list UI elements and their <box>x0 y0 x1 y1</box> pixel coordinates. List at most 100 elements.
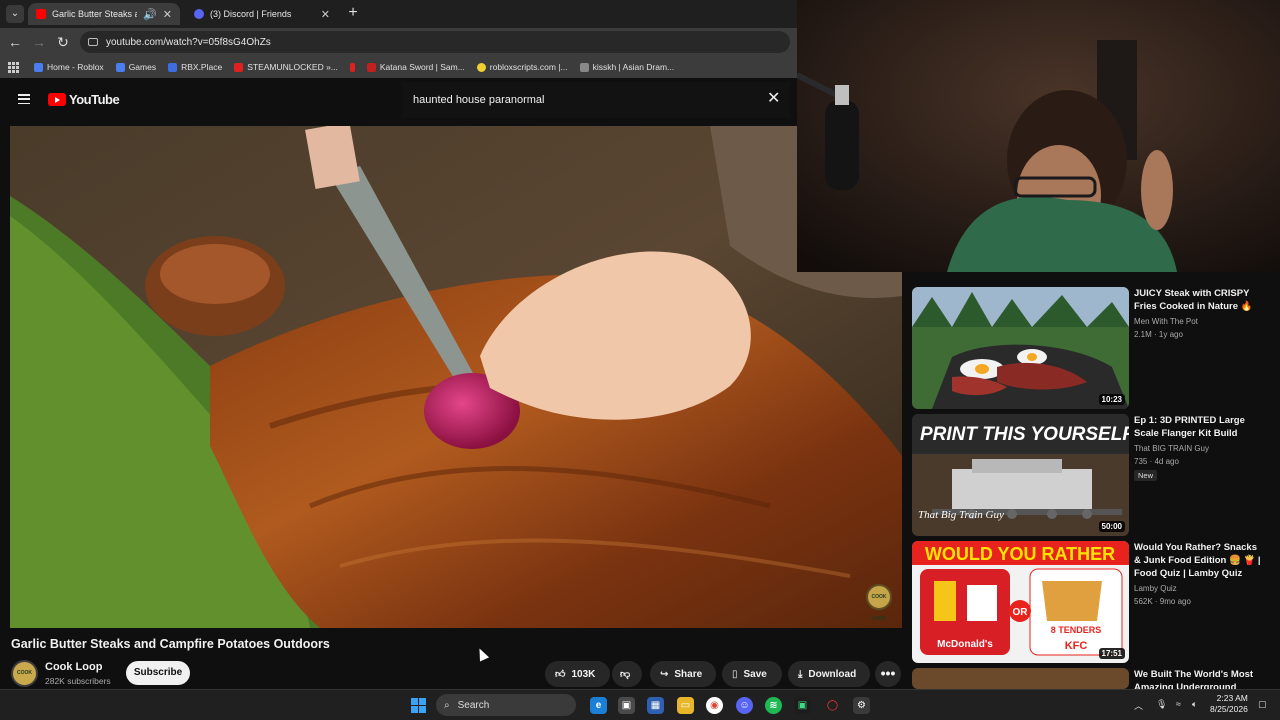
youtube-header: YouTube haunted house paranormal ✕ <box>0 78 797 122</box>
share-button[interactable]: ↪ Share <box>650 661 716 687</box>
discord-icon[interactable]: ☺ <box>736 697 753 714</box>
download-icon: ⤓ <box>798 668 803 680</box>
clock-date: 8/25/2026 <box>1210 704 1248 714</box>
download-button[interactable]: ⤓ Download <box>788 661 870 687</box>
apps-grid-icon[interactable] <box>8 62 19 73</box>
more-actions-button[interactable]: ••• <box>875 661 901 687</box>
lock-icon[interactable]: ▣ <box>618 697 635 714</box>
bookmark-robloxscripts[interactable]: robloxscripts.com |... <box>471 62 574 72</box>
recommendation-channel[interactable]: Men With The Pot <box>1134 317 1264 326</box>
recommendation-title[interactable]: JUICY Steak with CRISPY Fries Cooked in … <box>1134 287 1264 313</box>
channel-avatar[interactable]: COOK <box>11 660 38 687</box>
thumbnail-headline: WOULD YOU RATHER <box>925 544 1115 564</box>
microphone-icon[interactable]: 🎙︎ <box>1156 699 1167 710</box>
opera-icon[interactable]: ◯ <box>824 697 841 714</box>
recommendation-thumbnail[interactable]: 10:23 <box>912 287 1129 409</box>
recommendation-channel[interactable]: That BIG TRAIN Guy <box>1134 444 1264 453</box>
thumbs-up-icon: 👍︎ <box>555 669 566 680</box>
file-explorer-icon[interactable]: ▭ <box>677 697 694 714</box>
bookmarks-bar: Home - Roblox Games RBX.Place STEAMUNLOC… <box>0 56 797 78</box>
tab-title: Garlic Butter Steaks and Ca <box>52 9 138 19</box>
steak-thumbnail-image <box>912 287 1129 409</box>
tab-title: (3) Discord | Friends <box>210 9 292 19</box>
dislike-button[interactable]: 👎︎ <box>612 661 642 687</box>
recommendation-stats: 2.1M · 1y ago <box>1134 330 1183 339</box>
thumbnail-or-label: OR <box>1013 607 1029 618</box>
recommendation-title[interactable]: Ep 1: 3D PRINTED Large Scale Flanger Kit… <box>1134 414 1264 440</box>
recommendation-thumbnail[interactable]: PRINT THIS YOURSELF That Big Train Guy 5… <box>912 414 1129 536</box>
bookmark-games[interactable]: Games <box>110 62 162 72</box>
youtube-logo[interactable]: YouTube <box>48 92 120 107</box>
search-input[interactable]: haunted house paranormal <box>402 82 790 118</box>
youtube-favicon-icon <box>36 9 46 19</box>
windows-taskbar: ⌕ Search e ▣ ▦ ▭ ◉ ☺ ≋ ▣ ◯ ⚙ ︿ 🎙︎ ≈ 🔈︎ 2… <box>0 689 1280 720</box>
recommendation-item[interactable]: We Built The World's Most Amazing Underg… <box>912 668 1272 689</box>
site-info-icon[interactable] <box>88 38 98 46</box>
bookmark-rbx-place[interactable]: RBX.Place <box>162 62 228 72</box>
spotify-icon[interactable]: ≋ <box>765 697 782 714</box>
tab-discord[interactable]: (3) Discord | Friends ✕ <box>186 3 338 25</box>
subscribe-button[interactable]: Subscribe <box>126 661 190 685</box>
speaker-icon[interactable]: 🔊 <box>143 8 157 21</box>
settings-gear-icon[interactable]: ⚙ <box>853 697 870 714</box>
notification-icon[interactable]: ▢ <box>1258 699 1267 710</box>
url-text: youtube.com/watch?v=05f8sG4OhZs <box>106 36 271 48</box>
tab-youtube[interactable]: Garlic Butter Steaks and Ca 🔊 ✕ <box>28 3 180 25</box>
search-query: haunted house paranormal <box>413 94 545 106</box>
rbx-place-icon <box>168 62 178 72</box>
taskbar-clock[interactable]: 2:23 AM 8/25/2026 <box>1210 693 1248 715</box>
channel-name[interactable]: Cook Loop <box>45 661 102 673</box>
steamunlocked-icon <box>234 62 244 72</box>
browser-tab-bar: ⌄ Garlic Butter Steaks and Ca 🔊 ✕ (3) Di… <box>0 0 797 28</box>
bookmark-katana-sword[interactable]: Katana Sword | Sam... <box>361 62 471 72</box>
taskbar-search[interactable]: ⌕ Search <box>436 694 576 716</box>
channel-watermark-logo[interactable]: COOK LOOP <box>866 584 892 622</box>
save-button[interactable]: ▯ Save <box>722 661 782 687</box>
clear-search-icon[interactable]: ✕ <box>767 91 780 107</box>
youtube-logo-text: YouTube <box>69 92 120 107</box>
bookmark-home-roblox[interactable]: Home - Roblox <box>28 62 110 72</box>
like-button[interactable]: 👍︎ 103K <box>545 661 610 687</box>
recommendation-stats: 735 · 4d ago <box>1134 457 1179 466</box>
forward-icon[interactable]: → <box>30 33 48 51</box>
recommendation-thumbnail[interactable]: WOULD YOU RATHER McDonald's OR 8 TENDERS… <box>912 541 1129 663</box>
discord-favicon-icon <box>194 9 204 19</box>
recommendation-channel[interactable]: Lamby Quiz <box>1134 584 1264 593</box>
recommendation-item[interactable]: WOULD YOU RATHER McDonald's OR 8 TENDERS… <box>912 541 1272 663</box>
recommendation-item[interactable]: PRINT THIS YOURSELF That Big Train Guy 5… <box>912 414 1272 536</box>
tab-close-icon[interactable]: ✕ <box>321 8 330 21</box>
url-field[interactable]: youtube.com/watch?v=05f8sG4OhZs <box>80 31 790 53</box>
thumbnail-left-label: McDonald's <box>937 639 993 650</box>
recommendation-item[interactable]: 10:23 JUICY Steak with CRISPY Fries Cook… <box>912 287 1272 409</box>
tab-close-icon[interactable]: ✕ <box>163 8 172 21</box>
store-icon[interactable]: ▦ <box>647 697 664 714</box>
tray-chevron-icon[interactable]: ︿ <box>1134 699 1143 712</box>
wifi-icon[interactable]: ≈ <box>1176 699 1181 709</box>
save-label: Save <box>743 668 767 680</box>
recommendation-title[interactable]: We Built The World's Most Amazing Underg… <box>1134 668 1264 689</box>
new-badge: New <box>1134 470 1158 481</box>
bookmark-unnamed[interactable] <box>344 62 361 72</box>
video-duration: 17:51 <box>1098 648 1125 659</box>
bookmark-kisskh[interactable]: kisskh | Asian Dram... <box>574 62 681 72</box>
back-icon[interactable]: ← <box>6 33 24 51</box>
new-tab-button[interactable]: + <box>344 5 362 23</box>
volume-icon[interactable]: 🔈︎ <box>1192 699 1197 710</box>
menu-icon[interactable] <box>18 94 30 104</box>
recommendation-title[interactable]: Would You Rather? Snacks & Junk Food Edi… <box>1134 541 1264 580</box>
recommendation-thumbnail[interactable] <box>912 668 1129 689</box>
reload-icon[interactable]: ↻ <box>54 33 72 51</box>
subscriber-count: 282K subscribers <box>45 676 111 686</box>
video-player[interactable]: COOK LOOP <box>10 126 902 628</box>
tab-search-button[interactable]: ⌄ <box>6 5 24 23</box>
thumbnail-caption: That Big Train Guy <box>918 509 1004 521</box>
bookmark-steamunlocked[interactable]: STEAMUNLOCKED »... <box>228 62 344 72</box>
download-label: Download <box>808 668 857 680</box>
train-thumbnail-image: PRINT THIS YOURSELF That Big Train Guy <box>912 414 1129 536</box>
edge-icon[interactable]: e <box>590 697 607 714</box>
windows-start-icon[interactable] <box>411 698 426 713</box>
thumbnail-tenders-label: 8 TENDERS <box>1051 625 1102 635</box>
taskbar-search-placeholder: Search <box>457 699 490 711</box>
app-icon[interactable]: ▣ <box>794 697 811 714</box>
chrome-icon[interactable]: ◉ <box>706 697 723 714</box>
